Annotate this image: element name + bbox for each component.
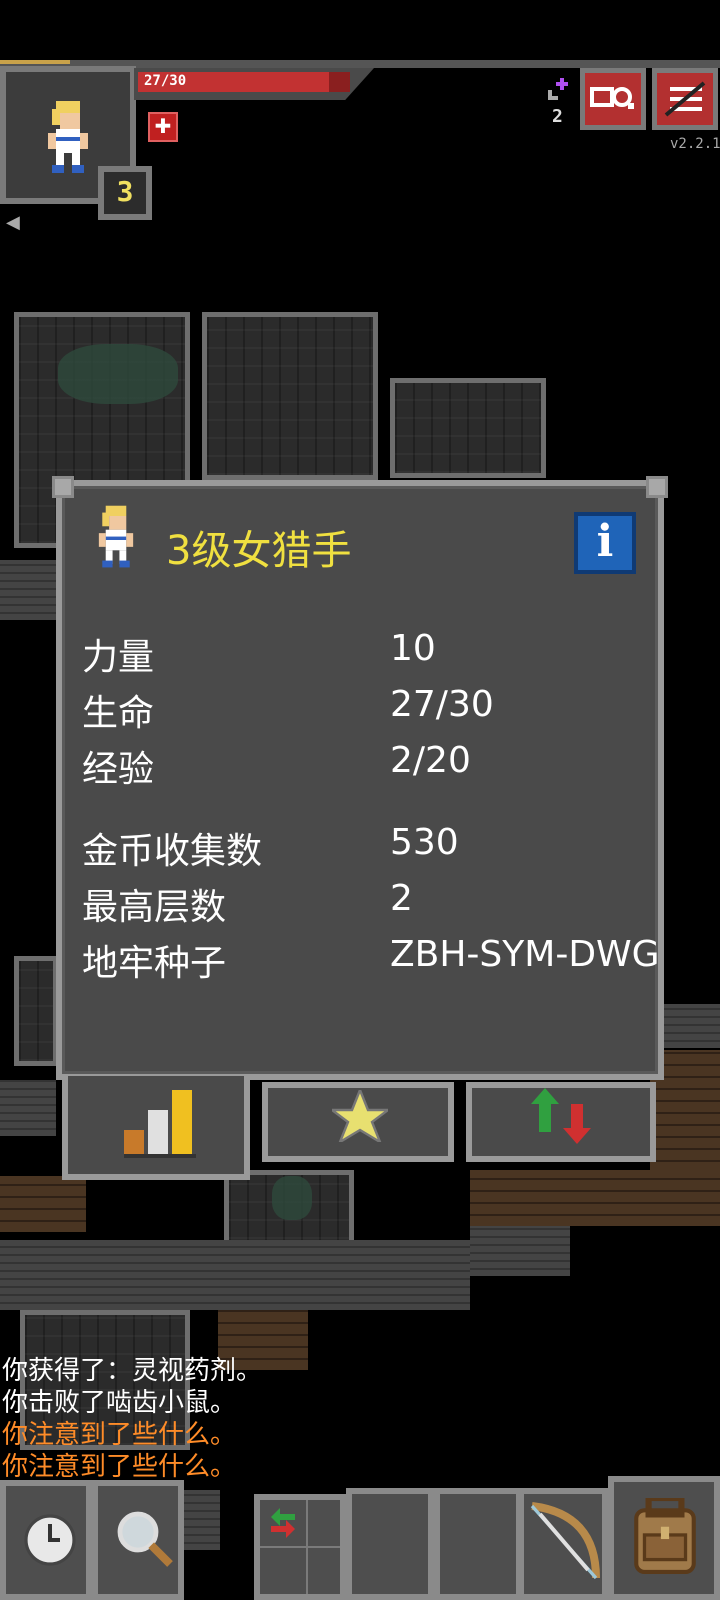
badges-tab-icon — [332, 1090, 388, 1142]
journal-button[interactable] — [580, 68, 646, 130]
stat-value-seed: ZBH-SYM-DWG — [390, 934, 660, 975]
quickslot-2[interactable] — [434, 1488, 522, 1600]
moss-patch — [272, 1176, 312, 1220]
dungeon-room — [14, 956, 58, 1066]
menu-icon — [664, 81, 706, 117]
hero-portrait-icon — [48, 101, 88, 173]
key-count: 2 — [552, 106, 563, 127]
stat-label-gold: 金币收集数 — [82, 831, 263, 872]
stats-tab-icon — [124, 1090, 196, 1158]
inventory-button[interactable] — [608, 1476, 720, 1600]
challenges-tab-icon — [531, 1088, 591, 1144]
menu-button[interactable] — [652, 68, 718, 130]
wooden-floor — [470, 1170, 720, 1226]
hp-text: 27/30 — [144, 73, 187, 89]
swap-icon — [271, 1508, 295, 1538]
key-icon — [548, 78, 570, 105]
collapse-arrow-icon[interactable]: ◀ — [6, 212, 20, 233]
swap-quickslot-button[interactable] — [254, 1494, 346, 1600]
dialog-title: 3级女猎手 — [166, 528, 352, 574]
tab-stats[interactable] — [62, 1076, 250, 1180]
version-label: v2.2.1 — [670, 136, 720, 152]
iron-key-icon — [548, 78, 568, 100]
stat-value-strength: 10 — [390, 628, 436, 669]
dungeon-room — [390, 378, 546, 478]
stat-value-health: 27/30 — [390, 684, 494, 725]
stat-label-seed: 地牢种子 — [82, 943, 227, 984]
stat-label-strength: 力量 — [82, 637, 155, 678]
info-icon: i — [596, 516, 614, 567]
search-button[interactable] — [92, 1480, 184, 1600]
backpack-icon — [634, 1498, 696, 1574]
stat-label-experience: 经验 — [82, 749, 155, 790]
stat-label-health: 生命 — [82, 693, 155, 734]
stat-label-max-depth: 最高层数 — [82, 887, 227, 928]
tab-challenges[interactable] — [466, 1082, 656, 1162]
moss-patch — [58, 344, 178, 404]
clock-icon — [24, 1514, 76, 1566]
dungeon-wall — [0, 1240, 470, 1310]
tab-badges[interactable] — [262, 1082, 454, 1162]
quickslot-3[interactable] — [518, 1488, 608, 1600]
magnifier-icon — [117, 1511, 173, 1567]
dungeon-wall — [0, 1080, 56, 1136]
stat-value-gold: 530 — [390, 822, 459, 863]
wait-button[interactable] — [0, 1480, 92, 1600]
dialog-corner — [52, 476, 74, 498]
dungeon-wall — [470, 1226, 570, 1276]
dialog-corner — [646, 476, 668, 498]
dungeon-room — [202, 312, 378, 480]
wooden-floor — [0, 1176, 86, 1232]
log-line: 你注意到了些什么。 — [2, 1452, 237, 1482]
health-buff-icon[interactable]: ✚ — [148, 112, 178, 142]
quickslot-1[interactable] — [346, 1488, 434, 1600]
quickslot-divider — [260, 1546, 340, 1548]
info-button[interactable]: i — [574, 512, 636, 574]
journal-icon — [590, 87, 634, 109]
dungeon-wall — [180, 1490, 220, 1550]
stat-value-experience: 2/20 — [390, 740, 471, 781]
exp-progress-bar — [0, 60, 70, 64]
dungeon-wall — [0, 560, 56, 620]
hero-level-badge: 3 — [98, 166, 152, 220]
stat-value-max-depth: 2 — [390, 878, 413, 919]
hero-sprite-icon — [98, 505, 134, 568]
bow-icon — [530, 1502, 600, 1580]
